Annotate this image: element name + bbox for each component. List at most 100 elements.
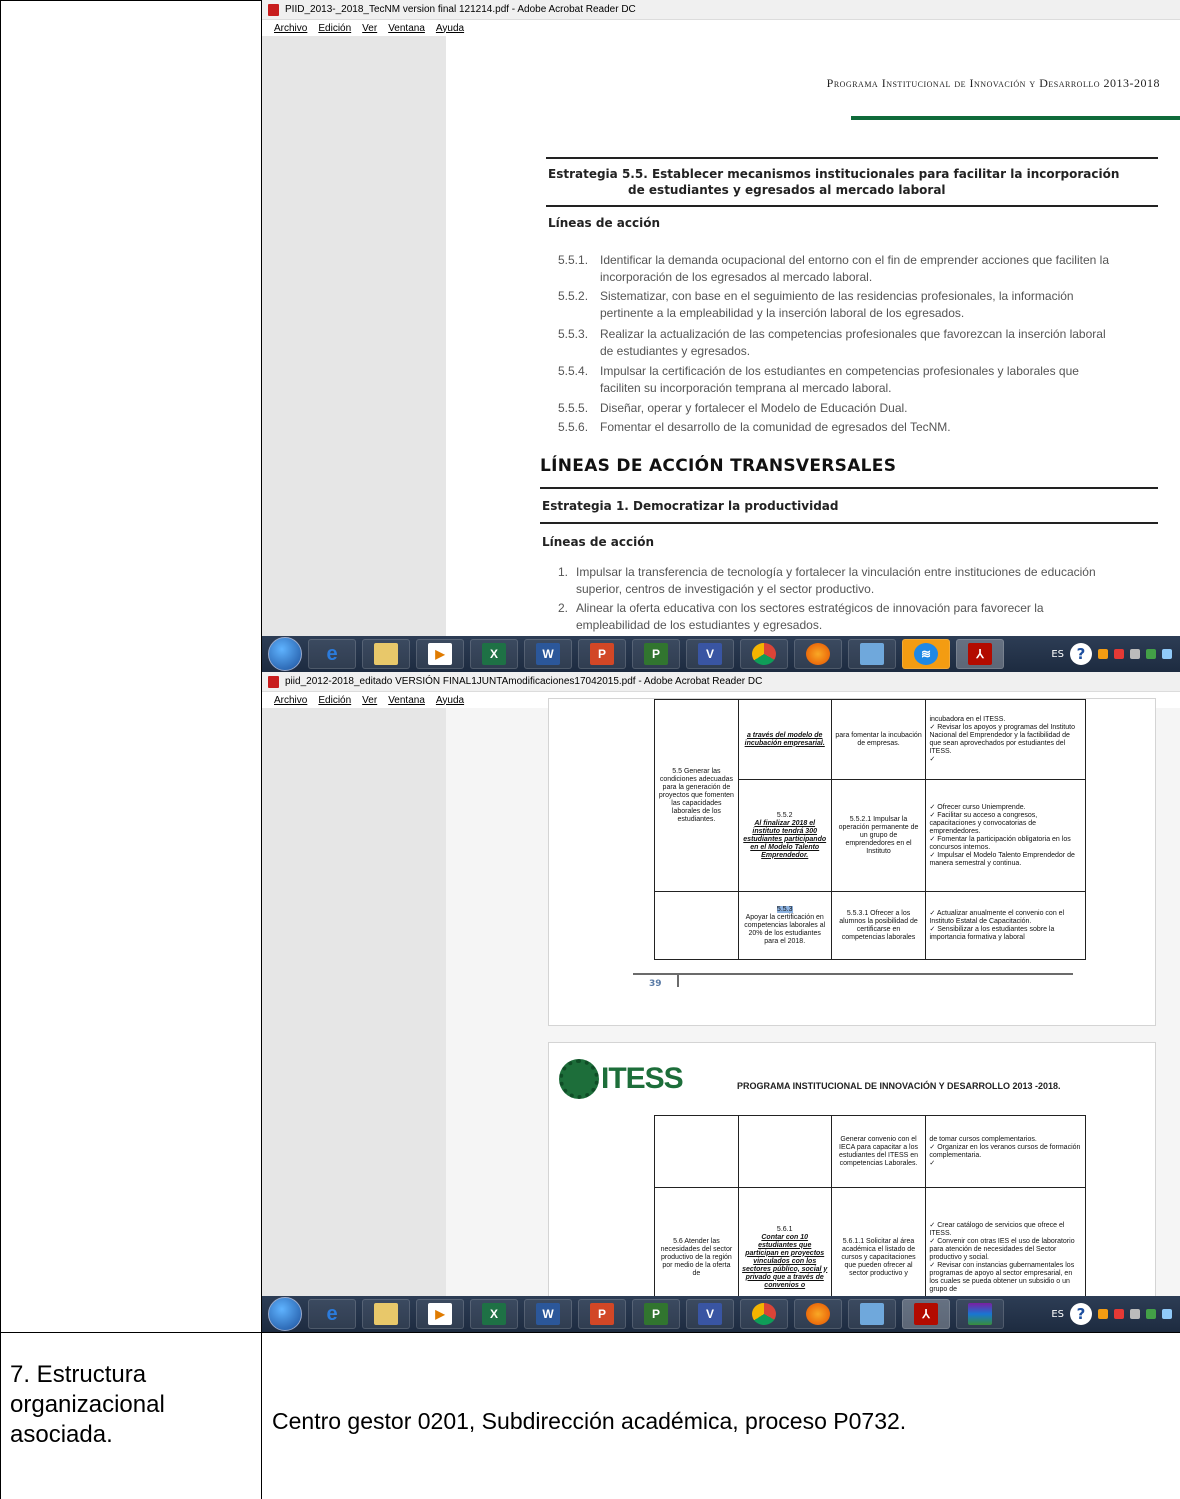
taskbar-explorer[interactable] bbox=[362, 639, 410, 669]
page-header: PROGRAMA INSTITUCIONAL DE INNOVACIÓN Y D… bbox=[737, 1081, 1061, 1091]
chrome-icon bbox=[752, 643, 776, 665]
taskbar-project[interactable]: P bbox=[632, 1299, 680, 1329]
action-cell: 5.5.2.1 Impulsar la operación permanente… bbox=[830, 779, 927, 892]
firefox-icon bbox=[806, 643, 830, 665]
itess-logo: ITESS bbox=[559, 1059, 684, 1099]
page-number: 39 bbox=[649, 979, 662, 989]
document-page: PIID_2013-_2018_TecNM version final 1212… bbox=[0, 0, 1180, 1499]
taskbar-network[interactable] bbox=[848, 1299, 896, 1329]
archive-icon bbox=[968, 1303, 992, 1325]
window-title-bar: piid_2012-2018_editado VERSIÓN FINAL1JUN… bbox=[262, 672, 1180, 692]
table-left-border bbox=[0, 0, 1, 1499]
navigation-pane bbox=[262, 708, 446, 1296]
taskbar-visio[interactable]: V bbox=[686, 639, 734, 669]
navigation-pane bbox=[262, 36, 446, 636]
help-icon[interactable]: ? bbox=[1070, 643, 1092, 665]
play-icon: ▶ bbox=[428, 1303, 452, 1325]
tray-icon-1 bbox=[1098, 1309, 1108, 1319]
taskbar-project[interactable]: P bbox=[632, 639, 680, 669]
ie-icon: e bbox=[326, 642, 338, 665]
tray-icon-5 bbox=[1162, 649, 1172, 659]
menu-ayuda[interactable]: Ayuda bbox=[436, 23, 464, 34]
taskbar-firefox[interactable] bbox=[794, 639, 842, 669]
menu-edicion[interactable]: Edición bbox=[318, 23, 351, 34]
gear-logo-icon bbox=[559, 1059, 599, 1099]
objective-cell bbox=[654, 1115, 739, 1188]
activities-cell: incubadora en el ITESS. ✓ Revisar los apo… bbox=[925, 699, 1086, 780]
excel-icon: X bbox=[482, 643, 506, 665]
taskbar-ie[interactable]: e bbox=[308, 1299, 356, 1329]
window-title: PIID_2013-_2018_TecNM version final 1212… bbox=[285, 4, 636, 15]
taskbar-chrome[interactable] bbox=[740, 639, 788, 669]
action-item: 5.5.1. Identificar la demanda ocupacional… bbox=[558, 253, 1109, 284]
menu-ver[interactable]: Ver bbox=[362, 23, 377, 34]
taskbar-chrome[interactable] bbox=[740, 1299, 788, 1329]
system-tray: ES ? bbox=[1051, 643, 1180, 665]
start-button[interactable] bbox=[268, 637, 302, 671]
chrome-icon bbox=[752, 1303, 776, 1325]
row-label: 7. Estructura organizacional asociada. bbox=[10, 1361, 165, 1448]
rule bbox=[546, 157, 1158, 159]
rule bbox=[546, 205, 1158, 207]
taskbar-visio[interactable]: V bbox=[686, 1299, 734, 1329]
lineas-accion-heading: Líneas de acción bbox=[548, 216, 660, 230]
action-item: 5.5.3. Realizar la actualización de las c… bbox=[558, 327, 1106, 358]
taskbar-media[interactable]: ▶ bbox=[416, 1299, 464, 1329]
taskbar-wifi[interactable]: ≋ bbox=[902, 639, 950, 669]
pdf-page-39: 5.5 Generar las condiciones adecuadas pa… bbox=[548, 698, 1156, 1026]
tray-icon-4 bbox=[1146, 1309, 1156, 1319]
language-indicator[interactable]: ES bbox=[1051, 1309, 1064, 1320]
taskbar-media[interactable]: ▶ bbox=[416, 639, 464, 669]
taskbar-word[interactable]: W bbox=[524, 639, 572, 669]
screenshot-acrobat-2: piid_2012-2018_editado VERSIÓN FINAL1JUN… bbox=[262, 672, 1180, 1332]
menu-archivo[interactable]: Archivo bbox=[274, 695, 307, 706]
system-tray: ES ? bbox=[1051, 1303, 1180, 1325]
taskbar-firefox[interactable] bbox=[794, 1299, 842, 1329]
taskbar-word[interactable]: W bbox=[524, 1299, 572, 1329]
menu-archivo[interactable]: Archivo bbox=[274, 23, 307, 34]
taskbar-ie[interactable]: e bbox=[308, 639, 356, 669]
taskbar-acrobat[interactable]: ⅄ bbox=[956, 639, 1004, 669]
visio-icon: V bbox=[698, 643, 722, 665]
running-head: Programa Institucional de Innovación y D… bbox=[826, 76, 1160, 90]
taskbar-excel[interactable]: X bbox=[470, 1299, 518, 1329]
menu-ventana[interactable]: Ventana bbox=[388, 695, 425, 706]
strategy-5-5-line2: de estudiantes y egresados al mercado la… bbox=[628, 183, 946, 197]
menu-edicion[interactable]: Edición bbox=[318, 695, 351, 706]
taskbar-network[interactable] bbox=[848, 639, 896, 669]
action-item: 1. Impulsar la transferencia de tecnologí… bbox=[558, 565, 1096, 596]
language-indicator[interactable]: ES bbox=[1051, 649, 1064, 660]
tray-icon-5 bbox=[1162, 1309, 1172, 1319]
taskbar-explorer[interactable] bbox=[362, 1299, 410, 1329]
strategy-1: Estrategia 1. Democratizar la productivi… bbox=[542, 499, 839, 513]
taskbar: e ▶ X W P P V ≋ ⅄ ES ? bbox=[262, 636, 1180, 672]
taskbar-powerpoint[interactable]: P bbox=[578, 1299, 626, 1329]
powerpoint-icon: P bbox=[590, 643, 614, 665]
taskbar-excel[interactable]: X bbox=[470, 639, 518, 669]
taskbar: e ▶ X W P P V ⅄ ES ? bbox=[262, 1296, 1180, 1332]
action-item: 5.5.5. Diseñar, operar y fortalecer el Mo… bbox=[558, 401, 908, 415]
help-icon[interactable]: ? bbox=[1070, 1303, 1092, 1325]
table-top-border bbox=[0, 0, 262, 1]
menu-ver[interactable]: Ver bbox=[362, 695, 377, 706]
excel-icon: X bbox=[482, 1303, 506, 1325]
green-accent-bar bbox=[851, 116, 1180, 120]
window-title-bar: PIID_2013-_2018_TecNM version final 1212… bbox=[262, 0, 1180, 20]
tray-icon-2 bbox=[1114, 1309, 1124, 1319]
rule bbox=[540, 522, 1158, 524]
taskbar-powerpoint[interactable]: P bbox=[578, 639, 626, 669]
folder-icon bbox=[374, 643, 398, 665]
taskbar-winrar[interactable] bbox=[956, 1299, 1004, 1329]
acrobat-icon: ⅄ bbox=[914, 1303, 938, 1325]
menu-ayuda[interactable]: Ayuda bbox=[436, 695, 464, 706]
screenshot-acrobat-1: PIID_2013-_2018_TecNM version final 1212… bbox=[262, 0, 1180, 672]
strategy-5-5-line1: Estrategia 5.5. Establecer mecanismos in… bbox=[548, 167, 1120, 181]
taskbar-acrobat[interactable]: ⅄ bbox=[902, 1299, 950, 1329]
project-icon: P bbox=[644, 643, 668, 665]
tray-icon-1 bbox=[1098, 649, 1108, 659]
menu-ventana[interactable]: Ventana bbox=[388, 23, 425, 34]
visio-icon: V bbox=[698, 1303, 722, 1325]
start-button[interactable] bbox=[268, 1297, 302, 1331]
row-value: Centro gestor 0201, Subdirección académi… bbox=[272, 1408, 907, 1434]
pdf-page-40: ITESS PROGRAMA INSTITUCIONAL DE INNOVACI… bbox=[548, 1042, 1156, 1332]
